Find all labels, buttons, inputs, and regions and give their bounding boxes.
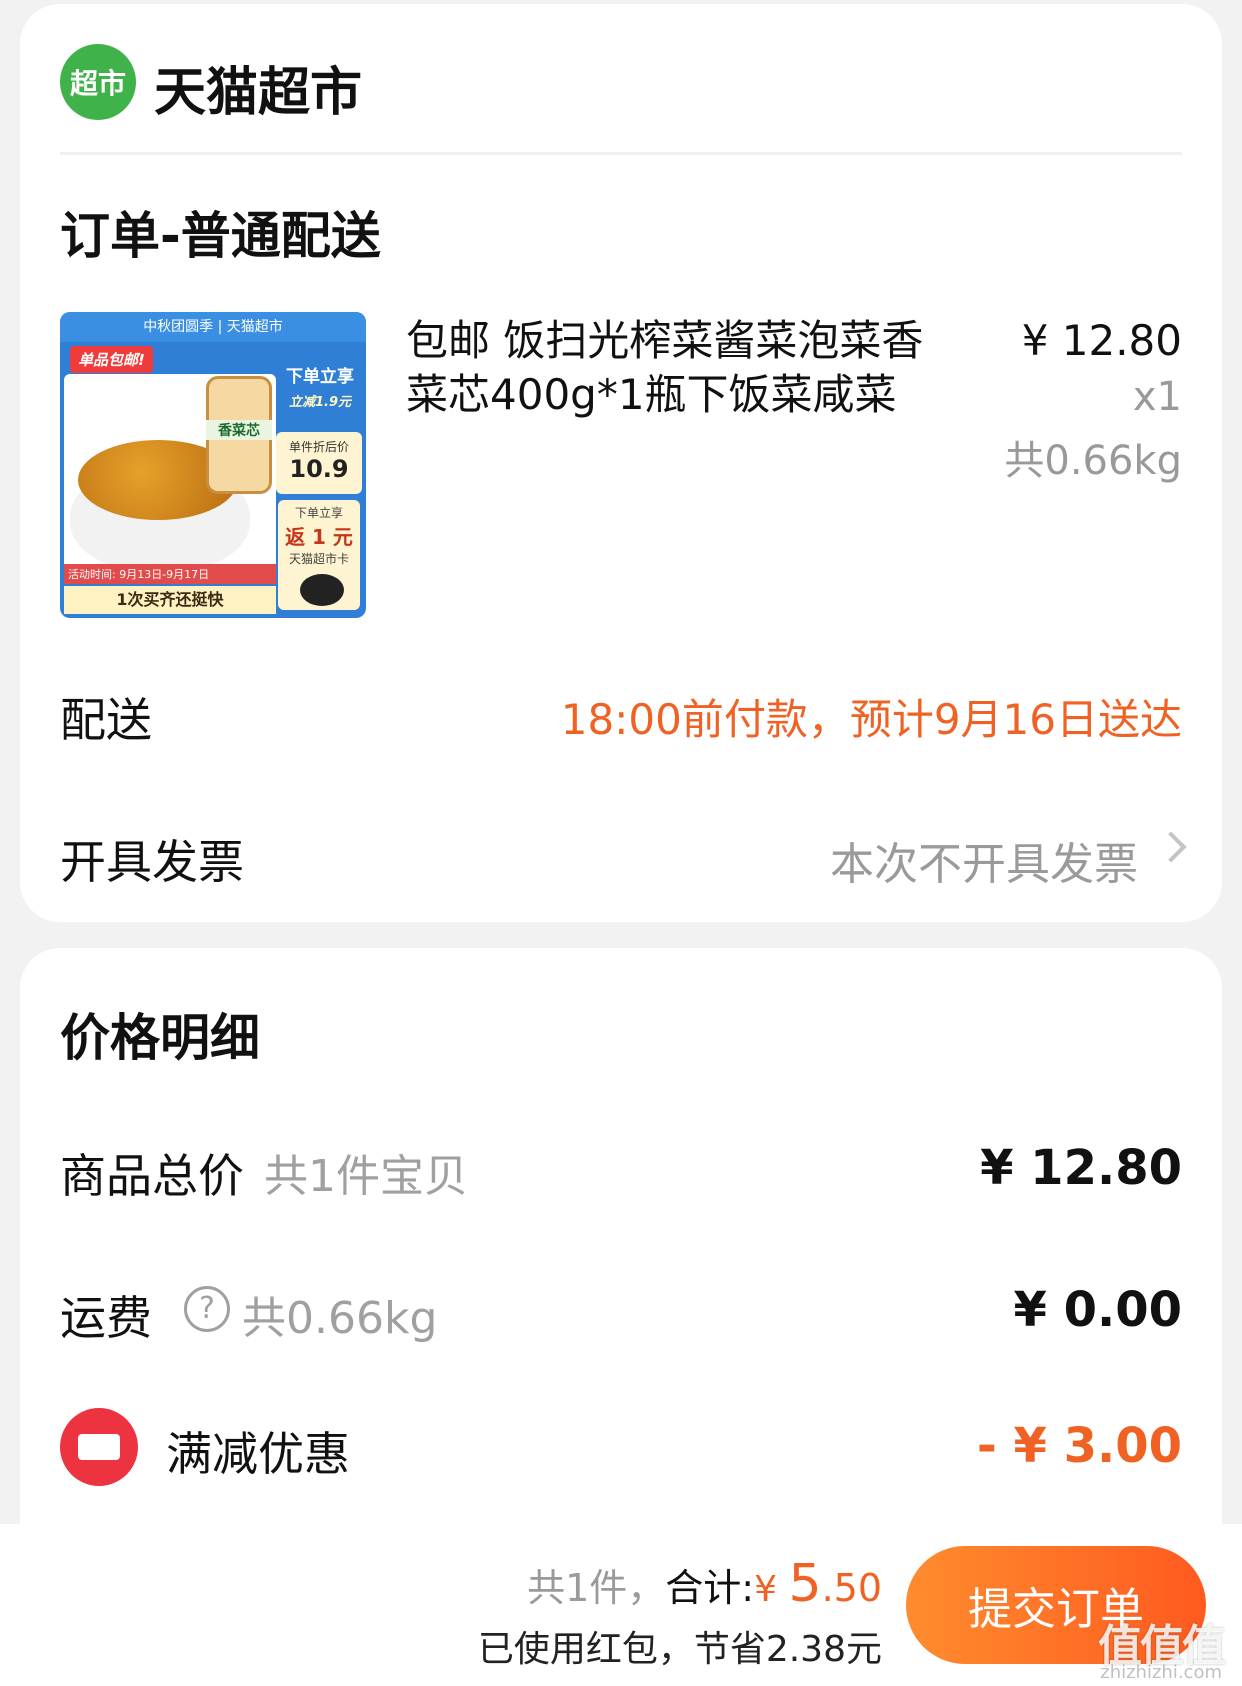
total-currency: ¥: [754, 1569, 789, 1610]
image-discount-label: 单件折后价: [288, 440, 349, 454]
product-quantity: x1: [1132, 374, 1182, 420]
total-decimal: .50: [821, 1566, 882, 1610]
image-side-sub: 立减1.9元: [288, 395, 352, 410]
order-type-title: 订单-普通配送: [60, 207, 381, 265]
divider: [60, 152, 1182, 155]
product-price: ¥ 12.80: [1021, 316, 1182, 365]
total-label: 合计:: [665, 1566, 755, 1610]
savings-text: 已使用红包，节省2.38元: [477, 1629, 882, 1670]
invoice-label[interactable]: 开具发票: [60, 826, 244, 892]
total-summary: 共1件，合计:¥ 5.50: [527, 1554, 882, 1614]
promo-value[interactable]: - ¥ 3.00: [977, 1418, 1182, 1474]
product-weight: 共0.66kg: [1004, 438, 1182, 484]
image-banner: 中秋团圆季 | 天猫超市: [60, 312, 366, 342]
bottom-bar: 共1件，合计:¥ 5.50 已使用红包，节省2.38元 提交订单 值值值 zhi…: [0, 1524, 1242, 1686]
image-side-promo: 下单立享 立减1.9元: [278, 362, 362, 410]
chevron-right-icon[interactable]: [1155, 831, 1187, 863]
question-icon[interactable]: ?: [184, 1286, 230, 1332]
goods-count: 共1件宝贝: [264, 1151, 468, 1202]
delivery-label: 配送: [60, 693, 152, 747]
image-discount-value: 10.9: [289, 455, 349, 483]
product-title[interactable]: 包邮 饭扫光榨菜酱菜泡菜香菜芯400g*1瓶下饭菜咸菜: [406, 314, 946, 422]
delivery-value: 18:00前付款，预计9月16日送达: [560, 695, 1182, 744]
item-count: 共1件，: [527, 1566, 666, 1610]
image-period: 活动时间: 9月13日-9月17日: [64, 564, 276, 584]
shipping-weight: 共0.66kg: [242, 1293, 438, 1344]
product-image[interactable]: 中秋团圆季 | 天猫超市 单品包邮! 香菜芯 下单立享 立减1.9元 单件折后价…: [60, 312, 366, 618]
store-name[interactable]: 天猫超市: [154, 50, 362, 125]
image-jar-label: 香菜芯: [206, 420, 272, 440]
goods-total-value: ¥ 12.80: [980, 1140, 1182, 1196]
coupon-icon: [60, 1408, 138, 1486]
image-side-title: 下单立享: [286, 367, 354, 387]
image-cashback-value: 返 1 元: [285, 525, 353, 549]
store-logo-text: 超市: [69, 67, 126, 100]
shipping-value: ¥ 0.00: [1013, 1282, 1182, 1338]
goods-total-label: 商品总价: [60, 1149, 244, 1203]
image-cashback-bottom: 天猫超市卡: [288, 552, 349, 566]
order-card: 超市 天猫超市 订单-普通配送 中秋团圆季 | 天猫超市 单品包邮! 香菜芯 下…: [20, 4, 1222, 922]
image-free-shipping-tag: 单品包邮!: [70, 346, 153, 373]
shipping-label: 运费: [60, 1291, 152, 1345]
total-integer: 5: [788, 1554, 822, 1614]
store-logo-icon: 超市: [60, 44, 136, 120]
price-detail-title: 价格明细: [60, 1009, 260, 1067]
promo-label[interactable]: 满减优惠: [166, 1418, 350, 1484]
watermark-url: zhizhizhi.com: [1100, 1662, 1222, 1683]
image-slogan: 1次买齐还挺快: [64, 586, 276, 614]
image-discount-box: 单件折后价 10.9: [276, 432, 362, 494]
tmall-cat-icon: [300, 574, 344, 606]
image-cashback-top: 下单立享: [294, 506, 343, 520]
invoice-value[interactable]: 本次不开具发票: [830, 828, 1138, 892]
